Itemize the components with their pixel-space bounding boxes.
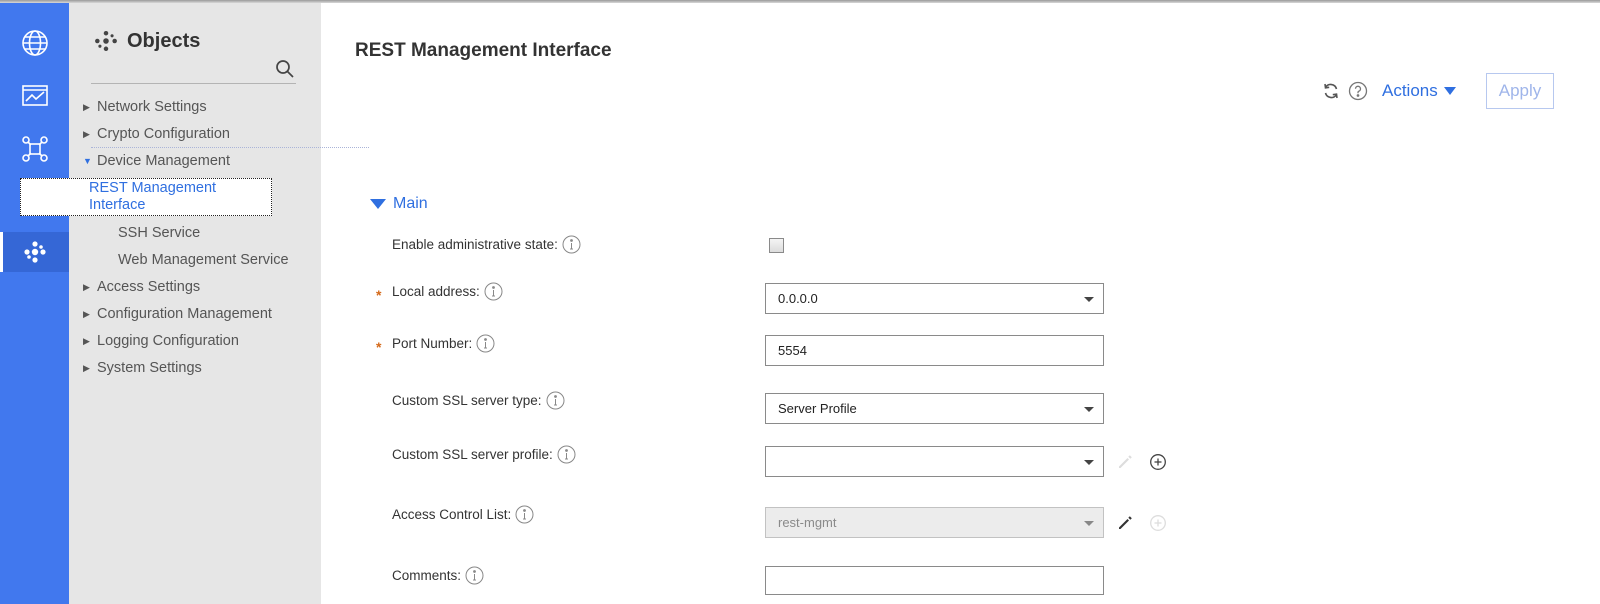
tree-item-label: Configuration Management	[97, 306, 272, 322]
tree-item-label: Web Management Service	[118, 252, 289, 268]
top-border	[0, 0, 1600, 3]
search-icon[interactable]	[274, 58, 296, 80]
objects-dots-icon	[95, 30, 117, 52]
globe-icon	[21, 30, 48, 56]
actions-menu[interactable]: Actions	[1382, 81, 1456, 101]
select-value: Server Profile	[778, 401, 857, 416]
acl-select: rest-mgmt	[765, 507, 1104, 538]
field-label: Port Number:	[392, 336, 473, 351]
field-label: Local address:	[392, 284, 480, 299]
field-label: Access Control List:	[392, 507, 512, 522]
tree-title: Objects	[127, 29, 201, 52]
monitor-chart-icon	[21, 85, 48, 106]
comments-field[interactable]	[778, 573, 1103, 588]
edit-pencil-icon[interactable]	[1114, 512, 1136, 534]
caret-right-icon: ▶	[83, 128, 90, 139]
caret-right-icon: ▶	[83, 308, 90, 319]
enable-state-label: Enable administrative state:	[392, 235, 581, 254]
chevron-down-icon	[1084, 521, 1094, 526]
ssl-profile-label: Custom SSL server profile:	[392, 445, 576, 464]
objects-dots-icon	[23, 241, 46, 263]
caret-right-icon: ▶	[83, 335, 90, 346]
tree-item-logging-configuration[interactable]: ▶ Logging Configuration	[69, 330, 321, 352]
local-address-select[interactable]: 0.0.0.0	[765, 283, 1104, 314]
enable-state-checkbox[interactable]	[769, 238, 784, 253]
tree-divider	[91, 147, 369, 148]
info-icon[interactable]	[546, 391, 565, 410]
ssl-type-select[interactable]: Server Profile	[765, 393, 1104, 424]
tree-item-access-settings[interactable]: ▶ Access Settings	[69, 276, 321, 298]
chevron-down-icon	[1084, 297, 1094, 302]
ssl-type-label: Custom SSL server type:	[392, 391, 565, 410]
tree-item-label: REST Management Interface	[89, 180, 217, 213]
object-tree-panel: Objects ▶ Network Settings ▶ Crypto Conf…	[20, 0, 369, 604]
apply-button[interactable]: Apply	[1486, 73, 1554, 109]
rail-item-objects[interactable]	[0, 232, 69, 272]
tree-item-label: Access Settings	[97, 279, 201, 295]
acl-label: Access Control List:	[392, 505, 534, 524]
section-main-header[interactable]: Main	[370, 195, 428, 213]
caret-down-icon	[370, 199, 386, 209]
comments-input[interactable]	[765, 566, 1104, 595]
port-number-input[interactable]	[765, 335, 1104, 366]
info-icon[interactable]	[476, 334, 495, 353]
caret-down-icon: ▼	[83, 156, 92, 166]
add-circle-icon[interactable]	[1147, 451, 1169, 473]
caret-down-icon	[1443, 87, 1456, 95]
tree-header: Objects	[93, 28, 200, 54]
page-title: REST Management Interface	[355, 40, 612, 61]
port-number-label: Port Number:	[392, 334, 495, 353]
port-number-field[interactable]	[778, 343, 1103, 358]
tree-item-device-management[interactable]: ▼ Device Management	[69, 150, 321, 172]
required-marker: *	[376, 287, 382, 303]
chevron-down-icon	[1084, 460, 1094, 465]
tree-item-crypto-configuration[interactable]: ▶ Crypto Configuration	[69, 123, 321, 145]
help-icon[interactable]	[1347, 80, 1369, 102]
add-circle-icon	[1147, 512, 1169, 534]
info-icon[interactable]	[515, 505, 534, 524]
caret-right-icon: ▶	[83, 101, 90, 112]
tree-item-configuration-management[interactable]: ▶ Configuration Management	[69, 303, 321, 325]
tree-item-ssh-service[interactable]: SSH Service	[69, 222, 321, 244]
tree-item-network-settings[interactable]: ▶ Network Settings	[69, 96, 321, 118]
tree-item-label: SSH Service	[118, 225, 201, 241]
tree-search-field[interactable]	[91, 54, 296, 84]
info-icon[interactable]	[484, 282, 503, 301]
rail-item-globe[interactable]	[0, 23, 69, 63]
info-icon[interactable]	[562, 235, 581, 254]
tree-item-label: Crypto Configuration	[97, 126, 230, 142]
rail-item-monitor[interactable]	[0, 76, 69, 116]
required-marker: *	[376, 339, 382, 355]
refresh-icon[interactable]	[1320, 80, 1342, 102]
toolbar: Actions	[1320, 73, 1456, 109]
field-label: Enable administrative state:	[392, 237, 558, 252]
chevron-down-icon	[1084, 407, 1094, 412]
caret-right-icon: ▶	[83, 362, 90, 373]
network-icon	[21, 136, 48, 162]
info-icon[interactable]	[465, 566, 484, 585]
nav-rail	[0, 0, 69, 604]
tree-item-system-settings[interactable]: ▶ System Settings	[69, 357, 321, 379]
ssl-profile-select[interactable]	[765, 446, 1104, 477]
comments-label: Comments:	[392, 566, 484, 585]
caret-right-icon: ▶	[83, 281, 90, 292]
field-label: Custom SSL server profile:	[392, 447, 553, 462]
tree-item-label: System Settings	[97, 360, 202, 376]
field-label: Comments:	[392, 568, 462, 583]
tree-item-label: Network Settings	[97, 99, 207, 115]
tree-item-rest-management-interface[interactable]: REST Management Interface	[20, 178, 272, 216]
info-icon[interactable]	[557, 445, 576, 464]
section-label: Main	[393, 195, 428, 212]
rail-item-network[interactable]	[0, 129, 69, 169]
tree-item-label: Logging Configuration	[97, 333, 239, 349]
actions-label: Actions	[1382, 81, 1438, 100]
tree-item-label: Device Management	[97, 153, 230, 169]
edit-pencil-icon	[1114, 451, 1136, 473]
select-value: 0.0.0.0	[778, 291, 818, 306]
local-address-label: Local address:	[392, 282, 503, 301]
tree-item-web-management-service[interactable]: Web Management Service	[69, 249, 321, 271]
select-value: rest-mgmt	[778, 515, 837, 530]
field-label: Custom SSL server type:	[392, 393, 542, 408]
